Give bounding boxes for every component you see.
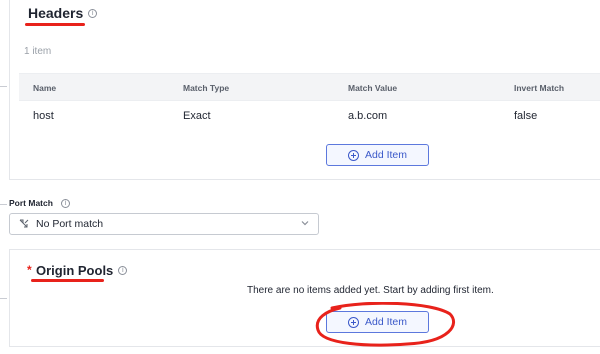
headers-title-highlight [25, 23, 85, 26]
column-header-invert-match[interactable]: Invert Match [514, 83, 564, 93]
add-circle-icon [347, 149, 359, 161]
add-circle-icon [347, 316, 359, 328]
tree-connector [0, 298, 7, 299]
empty-state-message: There are no items added yet. Start by a… [247, 285, 494, 296]
origin-pools-title-label: Origin Pools [36, 263, 114, 278]
tree-connector [0, 204, 7, 205]
headers-add-item-button[interactable]: Add Item [326, 144, 429, 166]
info-icon[interactable]: i [60, 198, 70, 208]
cell-match-value: a.b.com [348, 110, 388, 122]
item-count: 1 item [24, 46, 52, 57]
port-match-label-text: Port Match [9, 198, 53, 208]
chevron-down-icon [301, 221, 309, 226]
split-arrows-icon [19, 219, 29, 228]
info-icon[interactable]: i [118, 266, 128, 275]
cell-match-type: Exact [183, 110, 211, 122]
headers-title-label: Headers [28, 5, 84, 21]
origin-pools-add-item-button[interactable]: Add Item [326, 311, 429, 333]
origin-pools-add-item-label: Add Item [364, 316, 408, 328]
cell-invert-match: false [514, 110, 538, 122]
tree-connector [0, 86, 7, 87]
headers-title: Headers i [28, 5, 98, 21]
port-match-selected-value: No Port match [36, 218, 104, 230]
required-marker: * [27, 263, 32, 277]
origin-pools-title-highlight [31, 279, 104, 282]
headers-table-header: Name Match Type Match Value Invert Match [19, 73, 600, 101]
cell-name: host [33, 110, 54, 122]
column-header-name[interactable]: Name [33, 83, 56, 93]
port-match-select[interactable]: No Port match [9, 213, 319, 235]
headers-add-item-label: Add Item [364, 149, 408, 161]
column-header-match-type[interactable]: Match Type [183, 83, 229, 93]
origin-pools-title: Origin Pools i [36, 263, 128, 278]
column-header-match-value[interactable]: Match Value [348, 83, 397, 93]
info-icon[interactable]: i [88, 8, 98, 18]
port-match-label: Port Match i [9, 198, 70, 208]
